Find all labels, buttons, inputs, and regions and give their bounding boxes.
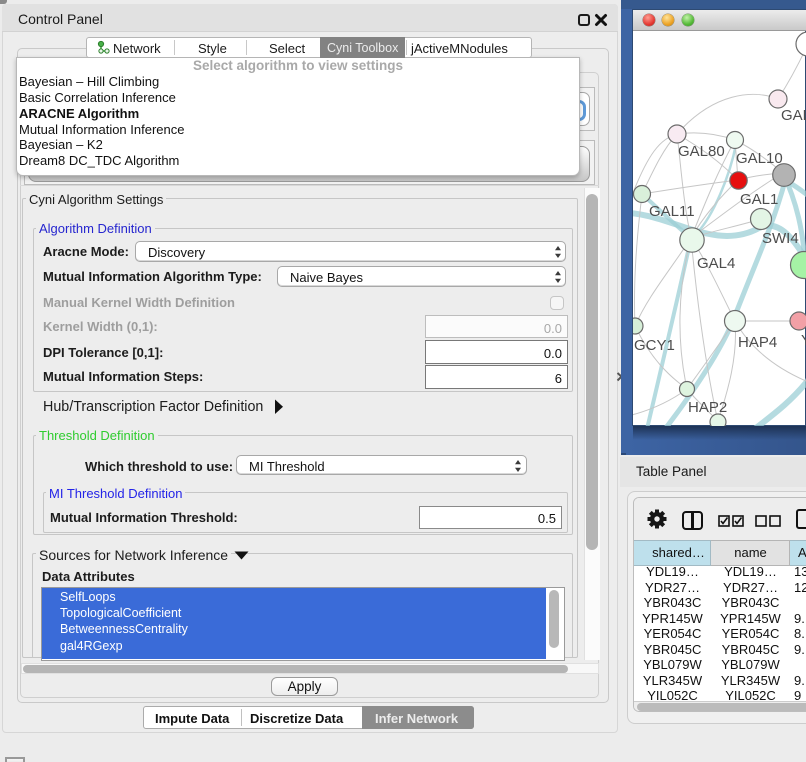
svg-text:GCY1: GCY1 (634, 337, 675, 354)
svg-text:GAL80: GAL80 (678, 143, 725, 160)
svg-text:GAL11: GAL11 (649, 203, 695, 220)
svg-text:SWI4: SWI4 (762, 230, 799, 247)
svg-text:Y: Y (801, 332, 806, 349)
svg-text:GAL10: GAL10 (736, 150, 783, 167)
svg-text:GAL4: GAL4 (697, 255, 735, 272)
svg-text:GAL: GAL (781, 107, 806, 124)
svg-text:HAP4: HAP4 (738, 334, 777, 351)
svg-text:GAL1: GAL1 (740, 191, 778, 208)
svg-text:HAP2: HAP2 (688, 399, 727, 416)
